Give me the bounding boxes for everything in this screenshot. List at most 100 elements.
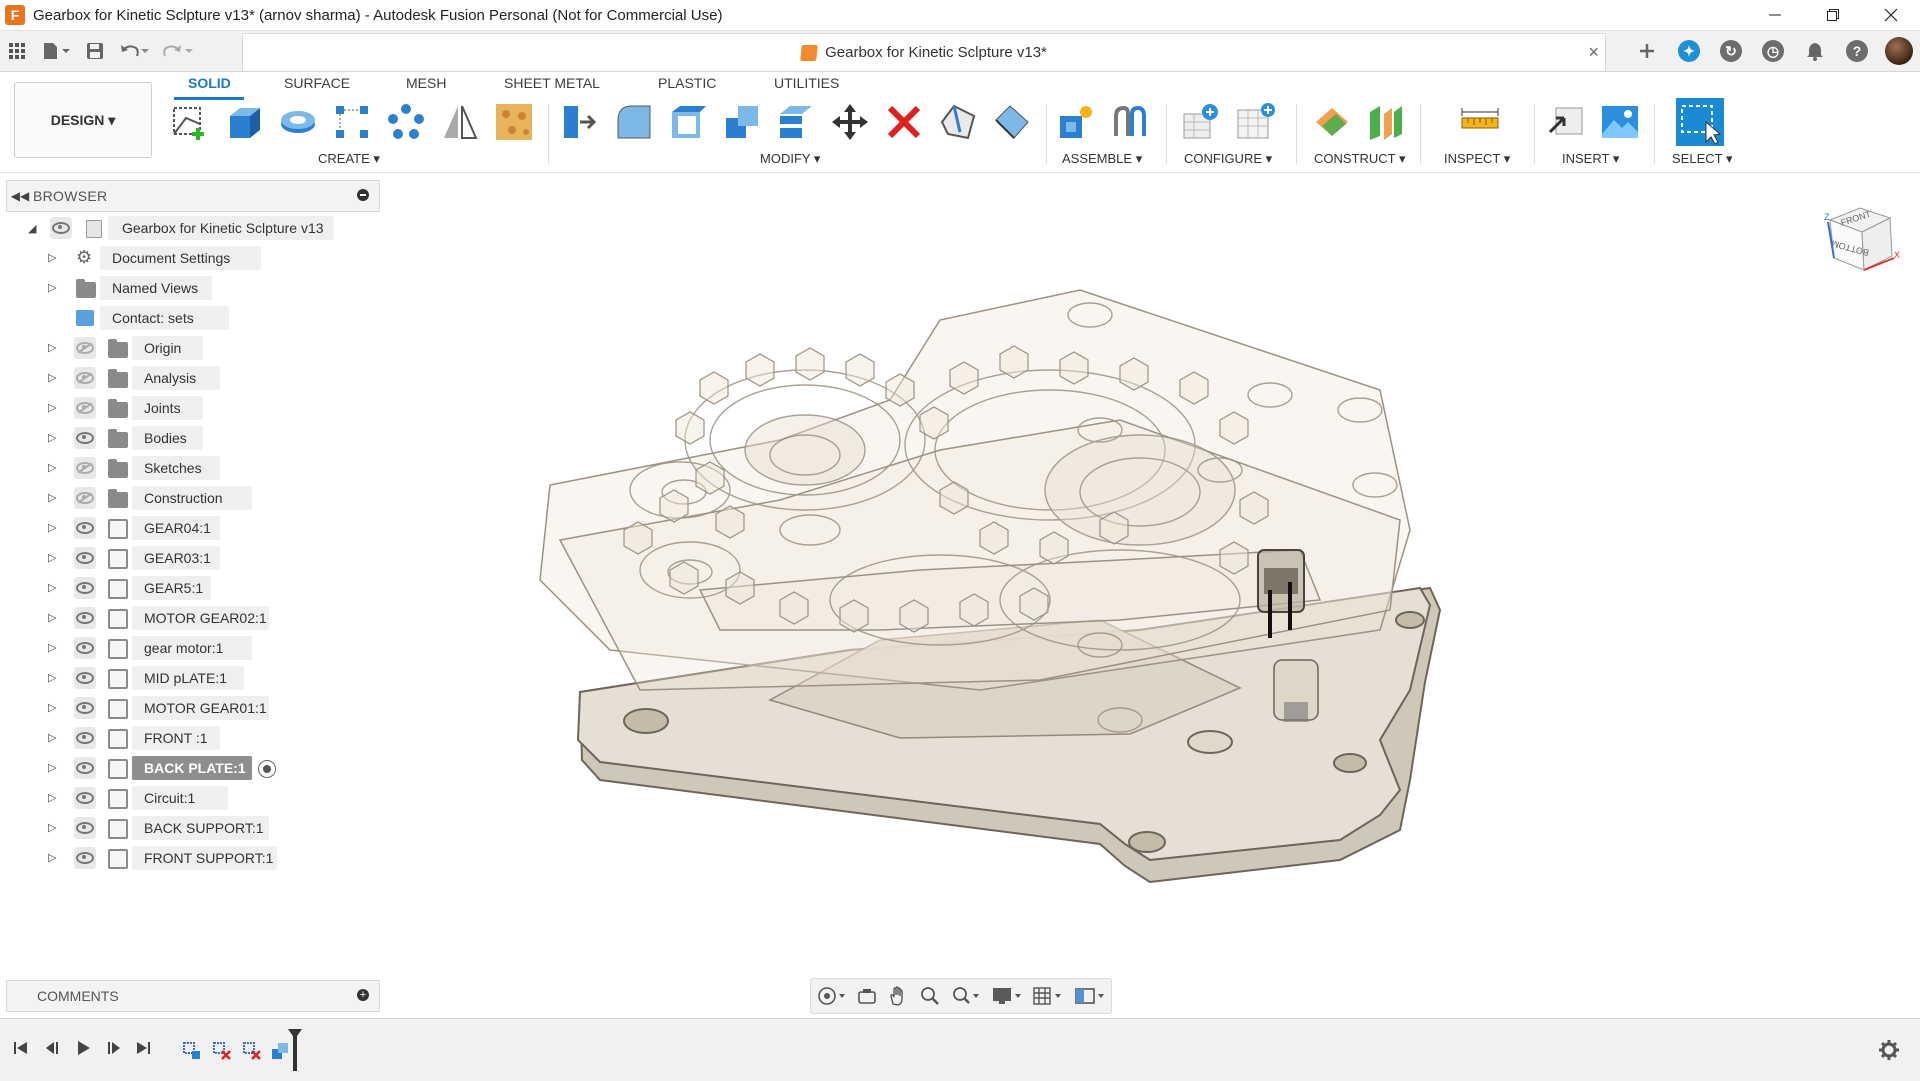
configure-menu[interactable]: CONFIGURE ▾ bbox=[1184, 151, 1272, 167]
expand-triangle-icon[interactable]: ▷ bbox=[48, 641, 56, 654]
visibility-eye-icon[interactable] bbox=[74, 607, 96, 629]
notifications-button[interactable] bbox=[1794, 31, 1836, 71]
add-comment-icon[interactable]: + bbox=[357, 989, 369, 1001]
comments-panel[interactable]: COMMENTS + bbox=[6, 980, 380, 1012]
tab-utilities[interactable]: UTILITIES bbox=[774, 75, 839, 91]
step-back-icon[interactable] bbox=[44, 1039, 62, 1057]
split-body-icon[interactable] bbox=[776, 102, 816, 142]
visibility-eye-icon[interactable] bbox=[74, 697, 96, 719]
expand-triangle-icon[interactable]: ▷ bbox=[48, 851, 56, 864]
configuration-table-icon[interactable] bbox=[1236, 102, 1276, 142]
construct-menu[interactable]: CONSTRUCT ▾ bbox=[1314, 151, 1406, 167]
expand-triangle-icon[interactable]: ▷ bbox=[48, 581, 56, 594]
visibility-eye-icon[interactable] bbox=[74, 427, 96, 449]
insert-menu[interactable]: INSERT ▾ bbox=[1562, 151, 1619, 167]
visibility-eye-icon[interactable] bbox=[74, 847, 96, 869]
circular-pattern-icon[interactable] bbox=[386, 102, 426, 142]
extrude-icon[interactable] bbox=[224, 102, 264, 142]
create-menu[interactable]: CREATE ▾ bbox=[318, 151, 380, 167]
expand-triangle-icon[interactable]: ▷ bbox=[48, 281, 56, 294]
visibility-eye-icon[interactable] bbox=[74, 457, 96, 479]
step-forward-icon[interactable] bbox=[104, 1039, 122, 1057]
gearbox-3d-model[interactable] bbox=[520, 270, 1450, 890]
tree-item[interactable]: ▷ MOTOR GEAR02:1 bbox=[0, 605, 380, 631]
go-to-end-icon[interactable] bbox=[134, 1039, 152, 1057]
expand-triangle-icon[interactable]: ▷ bbox=[48, 671, 56, 684]
timeline-feature-icon[interactable] bbox=[182, 1041, 202, 1061]
visibility-eye-icon[interactable] bbox=[50, 217, 72, 239]
collapse-panel-icon[interactable]: ◀◀ bbox=[7, 189, 33, 203]
visibility-eye-icon[interactable] bbox=[74, 727, 96, 749]
grid-snaps-icon[interactable] bbox=[1033, 986, 1063, 1006]
play-icon[interactable] bbox=[74, 1039, 92, 1057]
undo-button[interactable] bbox=[112, 34, 156, 68]
expand-triangle-icon[interactable]: ▷ bbox=[48, 731, 56, 744]
tab-plastic[interactable]: PLASTIC bbox=[658, 75, 716, 91]
tree-item[interactable]: ▷ Analysis bbox=[0, 365, 380, 391]
browser-panel-header[interactable]: ◀◀ BROWSER bbox=[6, 180, 380, 212]
collapse-triangle-icon[interactable]: ◢ bbox=[28, 222, 36, 235]
tree-item[interactable]: ▷ BACK PLATE:1 bbox=[0, 755, 380, 781]
appearance-icon[interactable] bbox=[992, 102, 1032, 142]
timeline-settings-gear-icon[interactable] bbox=[1878, 1039, 1900, 1061]
visibility-eye-icon[interactable] bbox=[74, 637, 96, 659]
fit-zoom-window-icon[interactable] bbox=[952, 986, 980, 1006]
new-component-icon[interactable] bbox=[1056, 102, 1096, 142]
form-icon[interactable] bbox=[494, 102, 534, 142]
close-tab-button[interactable]: × bbox=[1588, 42, 1599, 63]
assemble-menu[interactable]: ASSEMBLE ▾ bbox=[1062, 151, 1142, 167]
expand-triangle-icon[interactable]: ▷ bbox=[48, 551, 56, 564]
modify-menu[interactable]: MODIFY ▾ bbox=[760, 151, 820, 167]
tree-item[interactable]: ▷ ⚙ Document Settings bbox=[0, 245, 380, 271]
expand-triangle-icon[interactable]: ▷ bbox=[48, 701, 56, 714]
tree-item[interactable]: ▷ MID pLATE:1 bbox=[0, 665, 380, 691]
rectangular-pattern-icon[interactable] bbox=[332, 102, 372, 142]
redo-button[interactable] bbox=[156, 34, 200, 68]
joint-icon[interactable] bbox=[1110, 102, 1150, 142]
tree-item[interactable]: ▷ Origin bbox=[0, 335, 380, 361]
viewports-icon[interactable] bbox=[1075, 986, 1105, 1006]
tree-item[interactable]: ▷ Bodies bbox=[0, 425, 380, 451]
expand-triangle-icon[interactable]: ▷ bbox=[48, 791, 56, 804]
configure-design-icon[interactable] bbox=[1182, 102, 1222, 142]
physical-material-icon[interactable] bbox=[938, 102, 978, 142]
document-tab[interactable]: Gearbox for Kinetic Sclpture v13* × bbox=[242, 33, 1606, 71]
tree-item[interactable]: ▷ Construction bbox=[0, 485, 380, 511]
inspect-menu[interactable]: INSPECT ▾ bbox=[1444, 151, 1510, 167]
job-status-button[interactable]: ↻ bbox=[1710, 31, 1752, 71]
visibility-eye-icon[interactable] bbox=[74, 337, 96, 359]
go-to-start-icon[interactable] bbox=[12, 1039, 30, 1057]
visibility-eye-icon[interactable] bbox=[74, 397, 96, 419]
file-menu-button[interactable] bbox=[34, 34, 78, 68]
tree-item[interactable]: ▷ BACK SUPPORT:1 bbox=[0, 815, 380, 841]
save-button[interactable] bbox=[78, 34, 112, 68]
mirror-icon[interactable] bbox=[440, 102, 480, 142]
expand-triangle-icon[interactable]: ▷ bbox=[48, 821, 56, 834]
select-icon[interactable] bbox=[1676, 98, 1724, 146]
activate-component-radio[interactable] bbox=[258, 760, 277, 778]
tab-solid[interactable]: SOLID bbox=[188, 75, 231, 91]
tab-mesh[interactable]: MESH bbox=[406, 75, 446, 91]
minimize-button[interactable] bbox=[1746, 0, 1804, 30]
timeline-marker[interactable] bbox=[293, 1031, 297, 1071]
history-button[interactable]: ◷ bbox=[1752, 31, 1794, 71]
new-tab-button[interactable] bbox=[1626, 31, 1668, 71]
visibility-eye-icon[interactable] bbox=[74, 757, 96, 779]
tree-item[interactable]: ▷ FRONT SUPPORT:1 bbox=[0, 845, 380, 871]
expand-triangle-icon[interactable]: ▷ bbox=[48, 491, 56, 504]
expand-triangle-icon[interactable]: ▷ bbox=[48, 521, 56, 534]
press-pull-icon[interactable] bbox=[560, 102, 600, 142]
visibility-eye-icon[interactable] bbox=[74, 577, 96, 599]
expand-triangle-icon[interactable]: ▷ bbox=[48, 251, 56, 264]
tree-item[interactable]: ▷ Named Views bbox=[0, 275, 380, 301]
expand-triangle-icon[interactable]: ▷ bbox=[48, 341, 56, 354]
tree-item[interactable]: ▷ Circuit:1 bbox=[0, 785, 380, 811]
visibility-eye-icon[interactable] bbox=[74, 487, 96, 509]
zoom-icon[interactable] bbox=[920, 986, 940, 1006]
delete-icon[interactable] bbox=[884, 102, 924, 142]
tree-item[interactable]: ▷ Sketches bbox=[0, 455, 380, 481]
tree-item[interactable]: Contact: sets bbox=[0, 305, 380, 331]
midplane-icon[interactable] bbox=[1366, 102, 1406, 142]
expand-triangle-icon[interactable]: ▷ bbox=[48, 371, 56, 384]
viewcube[interactable]: FRONT BOTTOM X Z bbox=[1820, 198, 1900, 278]
